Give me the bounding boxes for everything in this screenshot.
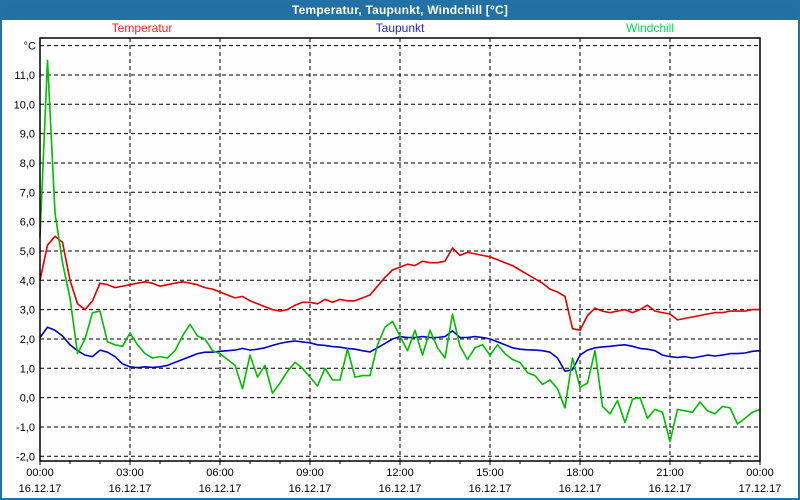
svg-text:11,0: 11,0 <box>14 70 35 82</box>
svg-text:18:00: 18:00 <box>566 467 594 479</box>
chart-window: Temperatur, Taupunkt, Windchill [°C] Tem… <box>0 0 800 500</box>
legend-windchill: Windchill <box>625 21 675 35</box>
svg-text:06:00: 06:00 <box>206 467 234 479</box>
svg-text:12:00: 12:00 <box>386 467 414 479</box>
svg-text:8,0: 8,0 <box>20 158 35 170</box>
svg-text:09:00: 09:00 <box>296 467 324 479</box>
svg-text:17.12.17: 17.12.17 <box>739 483 782 495</box>
svg-text:16.12.17: 16.12.17 <box>559 483 602 495</box>
svg-text:00:00: 00:00 <box>746 467 774 479</box>
svg-text:16.12.17: 16.12.17 <box>469 483 512 495</box>
svg-text:-1,0: -1,0 <box>16 422 35 434</box>
svg-text:2,0: 2,0 <box>20 334 35 346</box>
svg-text:15:00: 15:00 <box>476 467 504 479</box>
svg-text:16.12.17: 16.12.17 <box>649 483 692 495</box>
svg-text:16.12.17: 16.12.17 <box>109 483 152 495</box>
svg-text:°C: °C <box>24 41 36 53</box>
legend-taupunkt: Taupunkt <box>375 21 425 35</box>
svg-text:9,0: 9,0 <box>20 129 35 141</box>
svg-text:-2,0: -2,0 <box>16 451 35 463</box>
legend-temperatur: Temperatur <box>111 21 173 35</box>
svg-text:1,0: 1,0 <box>20 363 35 375</box>
svg-text:3,0: 3,0 <box>20 305 35 317</box>
svg-text:00:00: 00:00 <box>26 467 54 479</box>
svg-text:03:00: 03:00 <box>116 467 144 479</box>
chart-canvas: 11,0 10,0 9,0 8,0 7,0 6,0 5,0 4,0 3,0 2,0 1,0 0,0 -1… <box>14 37 782 495</box>
window-title: Temperatur, Taupunkt, Windchill [°C] <box>0 0 800 20</box>
chart-legend: Temperatur Taupunkt Windchill <box>0 21 800 37</box>
svg-text:0,0: 0,0 <box>20 393 35 405</box>
svg-text:5,0: 5,0 <box>20 246 35 258</box>
svg-text:4,0: 4,0 <box>20 275 35 287</box>
svg-text:16.12.17: 16.12.17 <box>379 483 422 495</box>
svg-text:16.12.17: 16.12.17 <box>19 483 62 495</box>
svg-text:10,0: 10,0 <box>14 99 35 111</box>
svg-text:16.12.17: 16.12.17 <box>199 483 242 495</box>
svg-text:7,0: 7,0 <box>20 187 35 199</box>
svg-text:21:00: 21:00 <box>656 467 684 479</box>
svg-text:6,0: 6,0 <box>20 217 35 229</box>
svg-text:16.12.17: 16.12.17 <box>289 483 332 495</box>
